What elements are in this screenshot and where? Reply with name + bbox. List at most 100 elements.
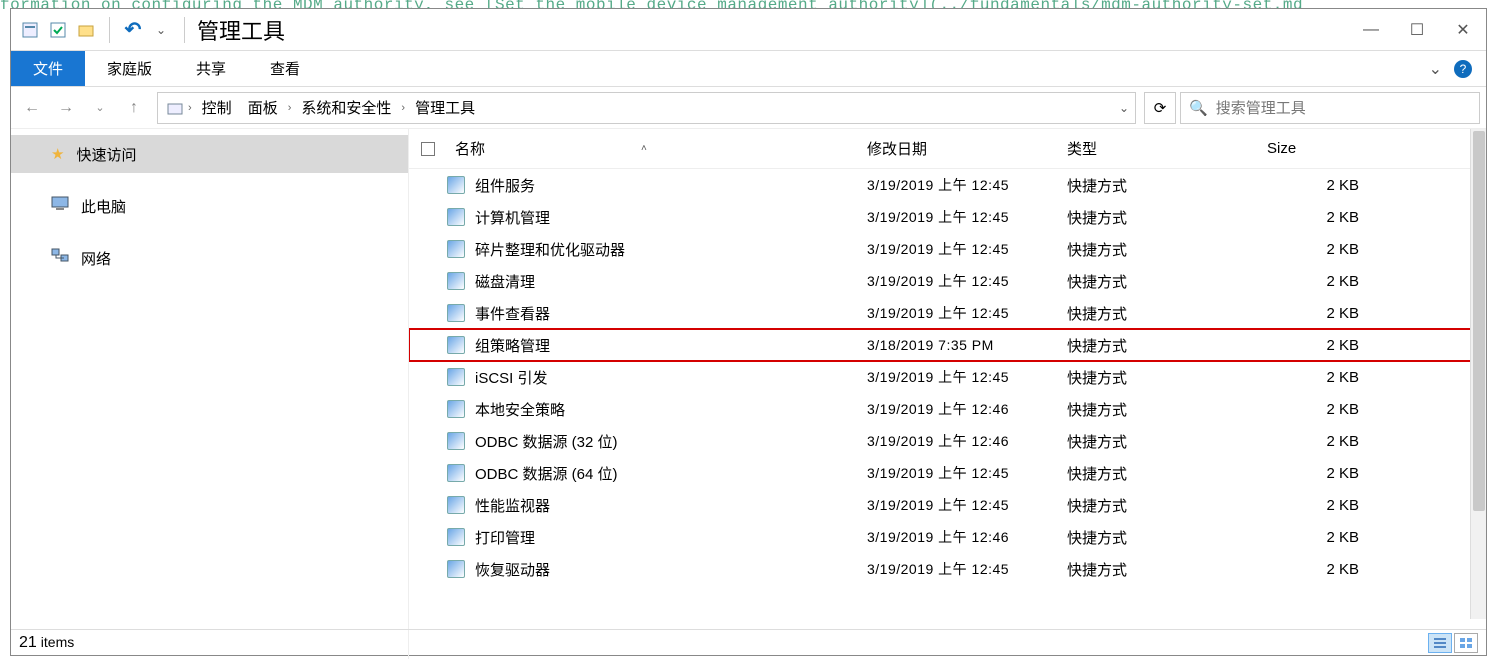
file-type: 快捷方式	[1067, 559, 1267, 580]
file-name-cell[interactable]: 计算机管理	[447, 207, 867, 228]
tab-view[interactable]: 查看	[248, 51, 322, 86]
nav-this-pc[interactable]: 此电脑	[11, 187, 408, 225]
tab-home[interactable]: 家庭版	[85, 51, 174, 86]
file-type: 快捷方式	[1067, 175, 1267, 196]
file-type: 快捷方式	[1067, 239, 1267, 260]
chevron-right-icon[interactable]: ›	[188, 102, 192, 114]
minimize-button[interactable]: —	[1348, 14, 1394, 46]
select-all-checkbox[interactable]	[409, 142, 447, 156]
qat-dropdown[interactable]: ⌄	[150, 19, 172, 41]
file-date: 3/19/2019 上午 12:45	[867, 239, 1067, 259]
forward-button[interactable]: →	[51, 93, 81, 123]
nav-label: 网络	[81, 248, 111, 269]
vertical-scrollbar[interactable]	[1470, 169, 1486, 619]
item-count: 21	[19, 634, 37, 652]
file-name-cell[interactable]: 组策略管理	[447, 335, 867, 356]
history-dropdown[interactable]: ⌄	[85, 93, 115, 123]
file-name-cell[interactable]: 恢复驱动器	[447, 559, 867, 580]
file-name: 性能监视器	[475, 495, 550, 516]
file-row[interactable]: 本地安全策略3/19/2019 上午 12:46快捷方式2 KB	[409, 393, 1486, 425]
help-icon[interactable]: ?	[1454, 60, 1472, 78]
chevron-right-icon[interactable]: ›	[288, 102, 292, 114]
nav-network[interactable]: 网络	[11, 239, 408, 277]
file-size: 2 KB	[1267, 209, 1387, 226]
file-name-cell[interactable]: 打印管理	[447, 527, 867, 548]
file-name: 本地安全策略	[475, 399, 565, 420]
file-type: 快捷方式	[1067, 271, 1267, 292]
thumbnails-view-button[interactable]	[1454, 633, 1478, 653]
file-row[interactable]: 打印管理3/19/2019 上午 12:46快捷方式2 KB	[409, 521, 1486, 553]
back-button[interactable]: ←	[17, 93, 47, 123]
shortcut-icon	[447, 368, 465, 386]
file-type: 快捷方式	[1067, 527, 1267, 548]
file-size: 2 KB	[1267, 369, 1387, 386]
up-button[interactable]: ↑	[119, 93, 149, 123]
file-date: 3/19/2019 上午 12:45	[867, 271, 1067, 291]
file-name-cell[interactable]: ODBC 数据源 (64 位)	[447, 463, 867, 484]
file-name: 恢复驱动器	[475, 559, 550, 580]
file-type: 快捷方式	[1067, 367, 1267, 388]
ribbon-expand-icon[interactable]: ⌄	[1429, 59, 1442, 79]
file-name-cell[interactable]: 碎片整理和优化驱动器	[447, 239, 867, 260]
file-name-cell[interactable]: ODBC 数据源 (32 位)	[447, 431, 867, 452]
file-row[interactable]: 组策略管理3/18/2019 7:35 PM快捷方式2 KB	[409, 329, 1486, 361]
maximize-button[interactable]: ☐	[1394, 14, 1440, 46]
breadcrumb-seg[interactable]: 控制	[194, 97, 240, 118]
tab-share[interactable]: 共享	[174, 51, 248, 86]
close-button[interactable]: ✕	[1440, 14, 1486, 46]
divider	[109, 17, 110, 43]
nav-quick-access[interactable]: ★ 快速访问	[11, 135, 408, 173]
address-dropdown[interactable]: ⌄	[1119, 101, 1129, 115]
file-row[interactable]: 组件服务3/19/2019 上午 12:45快捷方式2 KB	[409, 169, 1486, 201]
explorer-window: ↶ ⌄ 管理工具 — ☐ ✕ 文件 家庭版 共享 查看 ⌄ ? ← → ⌄ ↑ …	[10, 8, 1487, 656]
folder-icon[interactable]	[75, 19, 97, 41]
file-name: 碎片整理和优化驱动器	[475, 239, 625, 260]
file-row[interactable]: 计算机管理3/19/2019 上午 12:45快捷方式2 KB	[409, 201, 1486, 233]
shortcut-icon	[447, 560, 465, 578]
file-name-cell[interactable]: iSCSI 引发	[447, 367, 867, 388]
shortcut-icon	[447, 176, 465, 194]
col-type[interactable]: 类型	[1067, 138, 1267, 159]
shortcut-icon	[447, 304, 465, 322]
properties-icon[interactable]	[19, 19, 41, 41]
shortcut-icon	[447, 464, 465, 482]
file-name-cell[interactable]: 性能监视器	[447, 495, 867, 516]
search-input[interactable]: 🔍 搜索管理工具	[1180, 92, 1480, 124]
file-row[interactable]: ODBC 数据源 (32 位)3/19/2019 上午 12:46快捷方式2 K…	[409, 425, 1486, 457]
col-size[interactable]: Size	[1267, 140, 1387, 157]
col-name[interactable]: 名称˄	[447, 138, 867, 159]
chevron-right-icon[interactable]: ›	[401, 102, 405, 114]
file-date: 3/19/2019 上午 12:45	[867, 559, 1067, 579]
refresh-button[interactable]: ⟳	[1144, 92, 1176, 124]
file-row[interactable]: ODBC 数据源 (64 位)3/19/2019 上午 12:45快捷方式2 K…	[409, 457, 1486, 489]
file-row[interactable]: 磁盘清理3/19/2019 上午 12:45快捷方式2 KB	[409, 265, 1486, 297]
file-name: 磁盘清理	[475, 271, 535, 292]
navigation-pane: ★ 快速访问 此电脑 网络	[11, 129, 409, 659]
undo-button[interactable]: ↶	[122, 19, 144, 41]
shortcut-icon	[447, 336, 465, 354]
select-icon[interactable]	[47, 19, 69, 41]
file-type: 快捷方式	[1067, 495, 1267, 516]
file-row[interactable]: 恢复驱动器3/19/2019 上午 12:45快捷方式2 KB	[409, 553, 1486, 585]
file-date: 3/18/2019 7:35 PM	[867, 337, 1067, 353]
file-row[interactable]: 性能监视器3/19/2019 上午 12:45快捷方式2 KB	[409, 489, 1486, 521]
details-view-button[interactable]	[1428, 633, 1452, 653]
col-date[interactable]: 修改日期	[867, 138, 1067, 159]
shortcut-icon	[447, 432, 465, 450]
address-bar[interactable]: › 控制 面板 › 系统和安全性 › 管理工具 ⌄	[157, 92, 1136, 124]
file-row[interactable]: 碎片整理和优化驱动器3/19/2019 上午 12:45快捷方式2 KB	[409, 233, 1486, 265]
file-name-cell[interactable]: 事件查看器	[447, 303, 867, 324]
breadcrumb-seg[interactable]: 面板	[240, 97, 286, 118]
breadcrumb-seg[interactable]: 管理工具	[407, 97, 483, 118]
file-row[interactable]: iSCSI 引发3/19/2019 上午 12:45快捷方式2 KB	[409, 361, 1486, 393]
file-name-cell[interactable]: 磁盘清理	[447, 271, 867, 292]
file-size: 2 KB	[1267, 305, 1387, 322]
file-date: 3/19/2019 上午 12:45	[867, 495, 1067, 515]
scroll-thumb[interactable]	[1473, 169, 1485, 511]
file-type: 快捷方式	[1067, 303, 1267, 324]
file-row[interactable]: 事件查看器3/19/2019 上午 12:45快捷方式2 KB	[409, 297, 1486, 329]
breadcrumb-seg[interactable]: 系统和安全性	[293, 97, 399, 118]
tab-file[interactable]: 文件	[11, 51, 85, 86]
file-name-cell[interactable]: 组件服务	[447, 175, 867, 196]
file-name-cell[interactable]: 本地安全策略	[447, 399, 867, 420]
